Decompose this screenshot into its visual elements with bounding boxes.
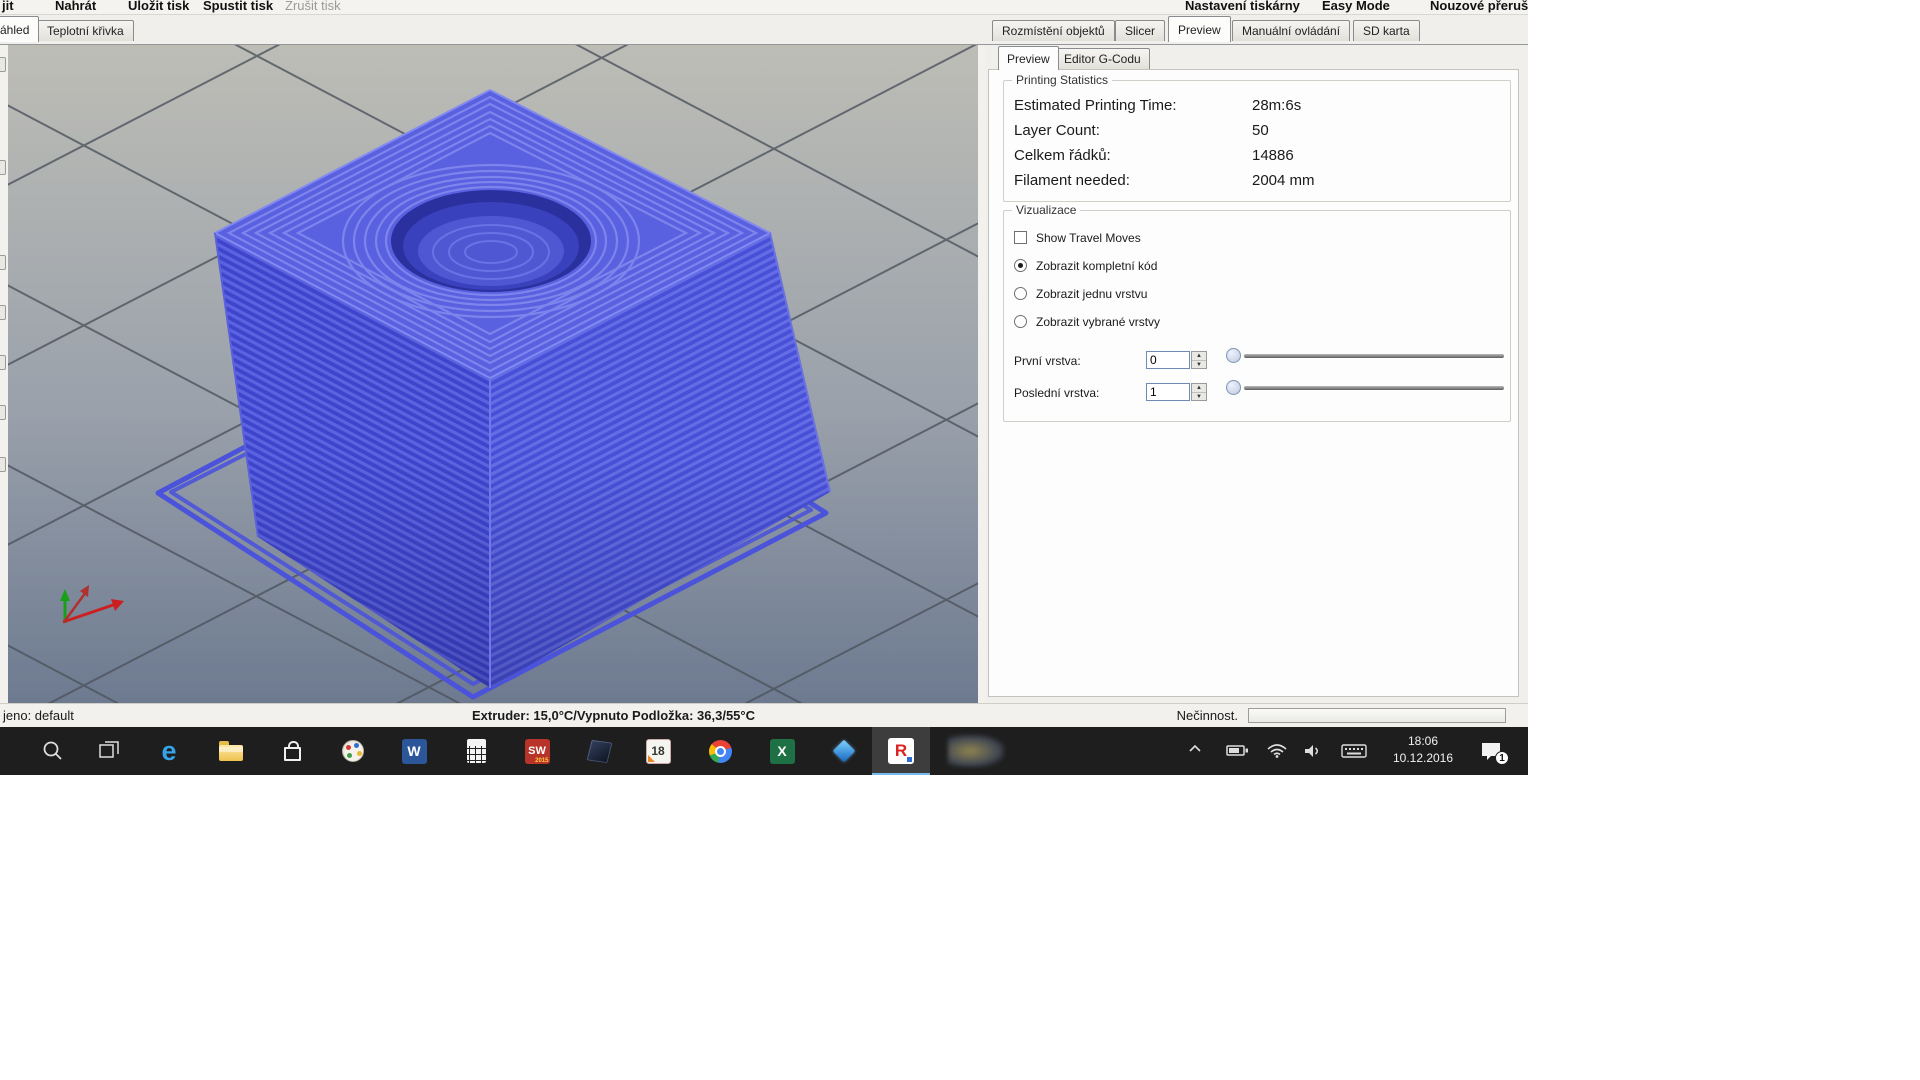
word-icon[interactable]: W bbox=[401, 738, 427, 764]
windows-taskbar: e W SW 2015 18 bbox=[0, 727, 1528, 775]
stat-label-total-lines: Celkem řádků: bbox=[1014, 147, 1111, 164]
chrome-icon[interactable] bbox=[707, 738, 733, 764]
app-status-bar: jeno: default Extruder: 15,0°C/Vypnuto P… bbox=[0, 703, 1528, 727]
repetier-icon: R bbox=[888, 738, 914, 764]
stat-label-layer-count: Layer Count: bbox=[1014, 122, 1100, 139]
gcode-3d-viewport[interactable] bbox=[8, 45, 978, 703]
last-layer-input[interactable] bbox=[1146, 383, 1190, 401]
dark-app-icon[interactable] bbox=[586, 738, 612, 764]
tab-preview[interactable]: Preview bbox=[1168, 16, 1231, 42]
stat-label-filament: Filament needed: bbox=[1014, 172, 1130, 189]
stat-value-print-time: 28m:6s bbox=[1252, 97, 1301, 114]
clock-time: 18:06 bbox=[1382, 733, 1464, 750]
left-toolbar-partial-icon[interactable] bbox=[0, 160, 6, 175]
show-travel-moves-label: Show Travel Moves bbox=[1036, 231, 1141, 245]
toolbar: jit Nahrát Uložit tisk Spustit tisk Zruš… bbox=[0, 0, 1528, 15]
toolbar-item-printer-settings[interactable]: Nastavení tiskárny bbox=[1185, 0, 1300, 13]
show-complete-code-radio[interactable] bbox=[1014, 259, 1027, 272]
left-toolbar-strip bbox=[0, 45, 8, 703]
tab-sd-card[interactable]: SD karta bbox=[1353, 20, 1420, 41]
left-toolbar-partial-icon[interactable] bbox=[0, 405, 6, 420]
tab-strip: áhled Teplotní křivka Rozmístění objektů… bbox=[0, 15, 1528, 45]
excel-icon[interactable]: X bbox=[769, 738, 795, 764]
toolbar-item-emergency-stop[interactable]: Nouzové přerušení bbox=[1430, 0, 1528, 13]
notification-badge: 1 bbox=[1495, 751, 1509, 765]
taskbar-clock[interactable]: 18:06 10.12.2016 bbox=[1382, 733, 1464, 767]
left-toolbar-partial-icon[interactable] bbox=[0, 255, 6, 270]
blue-diamond-app-icon[interactable] bbox=[831, 738, 857, 764]
show-single-layer-label: Zobrazit jednu vrstvu bbox=[1036, 287, 1147, 301]
show-layer-range-label: Zobrazit vybrané vrstvy bbox=[1036, 315, 1160, 329]
battery-icon[interactable] bbox=[1226, 744, 1250, 763]
file-explorer-icon[interactable] bbox=[218, 738, 244, 764]
show-complete-code-label: Zobrazit kompletní kód bbox=[1036, 259, 1157, 273]
preview-panel: Preview Editor G-Codu Printing Statistic… bbox=[985, 45, 1528, 703]
visualization-title: Vizualizace bbox=[1012, 203, 1080, 217]
touch-keyboard-icon[interactable] bbox=[1341, 744, 1367, 763]
printing-statistics-group: Printing Statistics Estimated Printing T… bbox=[1003, 80, 1511, 202]
printing-statistics-title: Printing Statistics bbox=[1012, 73, 1112, 87]
preview-page: Printing Statistics Estimated Printing T… bbox=[988, 69, 1519, 697]
calculator-icon[interactable] bbox=[463, 738, 489, 764]
print-progress-bar bbox=[1248, 708, 1506, 723]
toolbar-item-cancel-print: Zrušit tisk bbox=[285, 0, 341, 13]
stat-label-print-time: Estimated Printing Time: bbox=[1014, 97, 1177, 114]
first-layer-label: První vrstva: bbox=[1014, 354, 1081, 368]
paint-palette-icon[interactable] bbox=[340, 738, 366, 764]
search-icon[interactable] bbox=[40, 738, 66, 764]
action-center-icon[interactable]: 1 bbox=[1478, 738, 1504, 764]
left-toolbar-partial-icon[interactable] bbox=[0, 305, 6, 320]
last-layer-slider-thumb[interactable] bbox=[1226, 380, 1241, 395]
toolbar-item-load[interactable]: Nahrát bbox=[55, 0, 96, 13]
toolbar-item-easy-mode[interactable]: Easy Mode bbox=[1322, 0, 1390, 13]
connection-status: jeno: default bbox=[3, 708, 74, 723]
toolbar-item-quit[interactable]: jit bbox=[2, 0, 14, 13]
clock-date: 10.12.2016 bbox=[1382, 750, 1464, 767]
first-layer-slider-thumb[interactable] bbox=[1226, 348, 1241, 363]
tab-object-placement[interactable]: Rozmístění objektů bbox=[992, 20, 1115, 41]
left-toolbar-partial-icon[interactable] bbox=[0, 457, 6, 472]
last-layer-label: Poslední vrstva: bbox=[1014, 386, 1099, 400]
tray-chevron-icon[interactable] bbox=[1188, 741, 1202, 759]
gcode-preview-render bbox=[8, 45, 978, 703]
last-layer-slider-track[interactable] bbox=[1244, 386, 1504, 390]
left-toolbar-partial-icon[interactable] bbox=[0, 57, 6, 72]
speaker-icon[interactable] bbox=[1303, 743, 1323, 764]
edge-icon[interactable]: e bbox=[156, 738, 182, 764]
solidworks-icon[interactable]: SW 2015 bbox=[524, 738, 550, 764]
toolbar-item-save-print[interactable]: Uložit tisk bbox=[128, 0, 189, 13]
first-layer-spinner[interactable]: ▲▼ bbox=[1191, 351, 1207, 369]
wifi-icon[interactable] bbox=[1266, 742, 1288, 763]
printer-state: Nečinnost. bbox=[1100, 708, 1238, 723]
stat-value-total-lines: 14886 bbox=[1252, 147, 1294, 164]
repetier-taskbar-button[interactable]: R bbox=[872, 727, 930, 775]
app-18-icon[interactable]: 18 bbox=[645, 738, 671, 764]
subtab-preview[interactable]: Preview bbox=[998, 46, 1059, 70]
tab-slicer[interactable]: Slicer bbox=[1115, 20, 1165, 41]
first-layer-input[interactable] bbox=[1146, 351, 1190, 369]
show-travel-moves-checkbox[interactable] bbox=[1014, 231, 1027, 244]
last-layer-spinner[interactable]: ▲▼ bbox=[1191, 383, 1207, 401]
subtab-gcode-editor[interactable]: Editor G-Codu bbox=[1055, 48, 1150, 69]
tab-3d-view[interactable]: áhled bbox=[0, 16, 39, 42]
temperature-status: Extruder: 15,0°C/Vypnuto Podložka: 36,3/… bbox=[472, 708, 755, 723]
repetier-host-window: jit Nahrát Uložit tisk Spustit tisk Zruš… bbox=[0, 0, 1528, 775]
blurred-icon bbox=[948, 735, 1004, 767]
left-toolbar-partial-icon[interactable] bbox=[0, 355, 6, 370]
visualization-group: Vizualizace Show Travel Moves Zobrazit k… bbox=[1003, 210, 1511, 422]
stat-value-layer-count: 50 bbox=[1252, 122, 1269, 139]
task-view-icon[interactable] bbox=[96, 738, 122, 764]
show-layer-range-radio[interactable] bbox=[1014, 315, 1027, 328]
stat-value-filament: 2004 mm bbox=[1252, 172, 1315, 189]
tab-manual-control[interactable]: Manuální ovládání bbox=[1232, 20, 1350, 41]
show-single-layer-radio[interactable] bbox=[1014, 287, 1027, 300]
store-icon[interactable] bbox=[279, 738, 305, 764]
first-layer-slider-track[interactable] bbox=[1244, 354, 1504, 358]
tab-temperature-curve[interactable]: Teplotní křivka bbox=[37, 20, 134, 41]
toolbar-item-start-print[interactable]: Spustit tisk bbox=[203, 0, 273, 13]
